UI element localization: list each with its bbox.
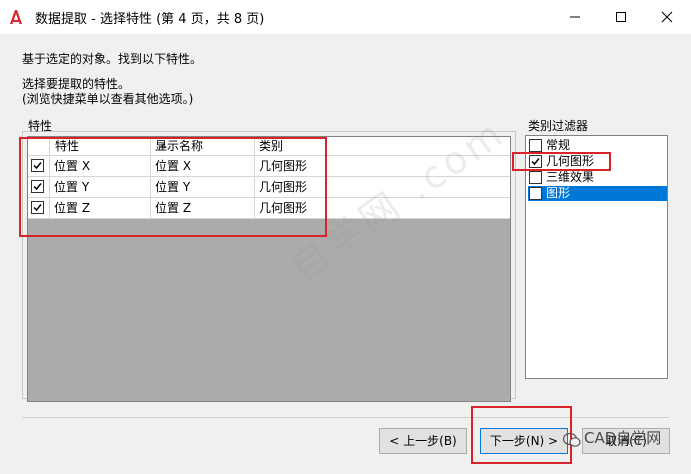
wechat-icon [563, 432, 581, 447]
checkmark-icon [33, 162, 42, 170]
filter-item-general[interactable]: 常规 [528, 138, 667, 153]
row-checkbox-cell [28, 198, 50, 218]
column-header-property-label: 特性 [55, 139, 80, 153]
column-header-display-name[interactable]: 显示名称 [151, 137, 255, 155]
property-name-cell: 位置 Z [50, 198, 151, 218]
row-checkbox-cell [28, 177, 50, 197]
row-checkbox[interactable] [31, 180, 44, 193]
intro-text-1: 基于选定的对象。找到以下特性。 [22, 52, 203, 66]
footer-separator [22, 417, 669, 418]
row-checkbox[interactable] [31, 159, 44, 172]
watermark-text: CAD自学网 [584, 429, 662, 447]
category-filter-list[interactable]: 常规 几何图形 三维效果 图形 [525, 135, 668, 379]
properties-group-label: 特性 [28, 119, 53, 133]
filter-checkbox[interactable] [529, 139, 542, 152]
intro-text-3: (浏览快捷菜单以查看其他选项。) [22, 92, 194, 106]
checkmark-icon [531, 158, 540, 166]
category-filter-label: 类别过滤器 [528, 119, 589, 133]
display-name-cell[interactable]: 位置 Z [151, 198, 255, 218]
previous-button[interactable]: < 上一步(B) [379, 428, 467, 454]
display-name-cell[interactable]: 位置 Y [151, 177, 255, 197]
property-name-cell: 位置 X [50, 156, 151, 176]
display-name-cell[interactable]: 位置 X [151, 156, 255, 176]
minimize-icon [570, 16, 580, 18]
maximize-icon [616, 12, 626, 22]
maximize-button[interactable] [598, 0, 644, 34]
close-icon [661, 11, 673, 23]
filter-checkbox[interactable] [529, 171, 542, 184]
filter-checkbox[interactable] [529, 187, 542, 200]
next-button[interactable]: 下一步(N) > [480, 428, 568, 454]
checkmark-icon [33, 183, 42, 191]
property-name-cell: 位置 Y [50, 177, 151, 197]
header-checkbox-cell [28, 137, 50, 155]
title-bar: 数据提取 - 选择特性 (第 4 页，共 8 页) [0, 0, 691, 34]
filter-item-label: 几何图形 [546, 154, 595, 168]
filter-item-3d-effects[interactable]: 三维效果 [528, 170, 667, 185]
row-checkbox-cell [28, 156, 50, 176]
autocad-logo-icon [10, 10, 22, 24]
row-checkbox[interactable] [31, 201, 44, 214]
column-header-property[interactable]: 特性 [50, 137, 167, 155]
filter-item-label: 图形 [546, 186, 571, 200]
filter-item-geometry[interactable]: 几何图形 [528, 154, 667, 169]
filter-checkbox[interactable] [529, 155, 542, 168]
close-button[interactable] [644, 0, 690, 34]
checkmark-icon [33, 204, 42, 212]
filter-item-graphics[interactable]: 图形 [528, 186, 667, 201]
filter-item-label: 常规 [546, 138, 571, 152]
window-title: 数据提取 - 选择特性 (第 4 页，共 8 页) [35, 12, 265, 27]
filter-item-label: 三维效果 [546, 170, 595, 184]
minimize-button[interactable] [552, 0, 598, 34]
